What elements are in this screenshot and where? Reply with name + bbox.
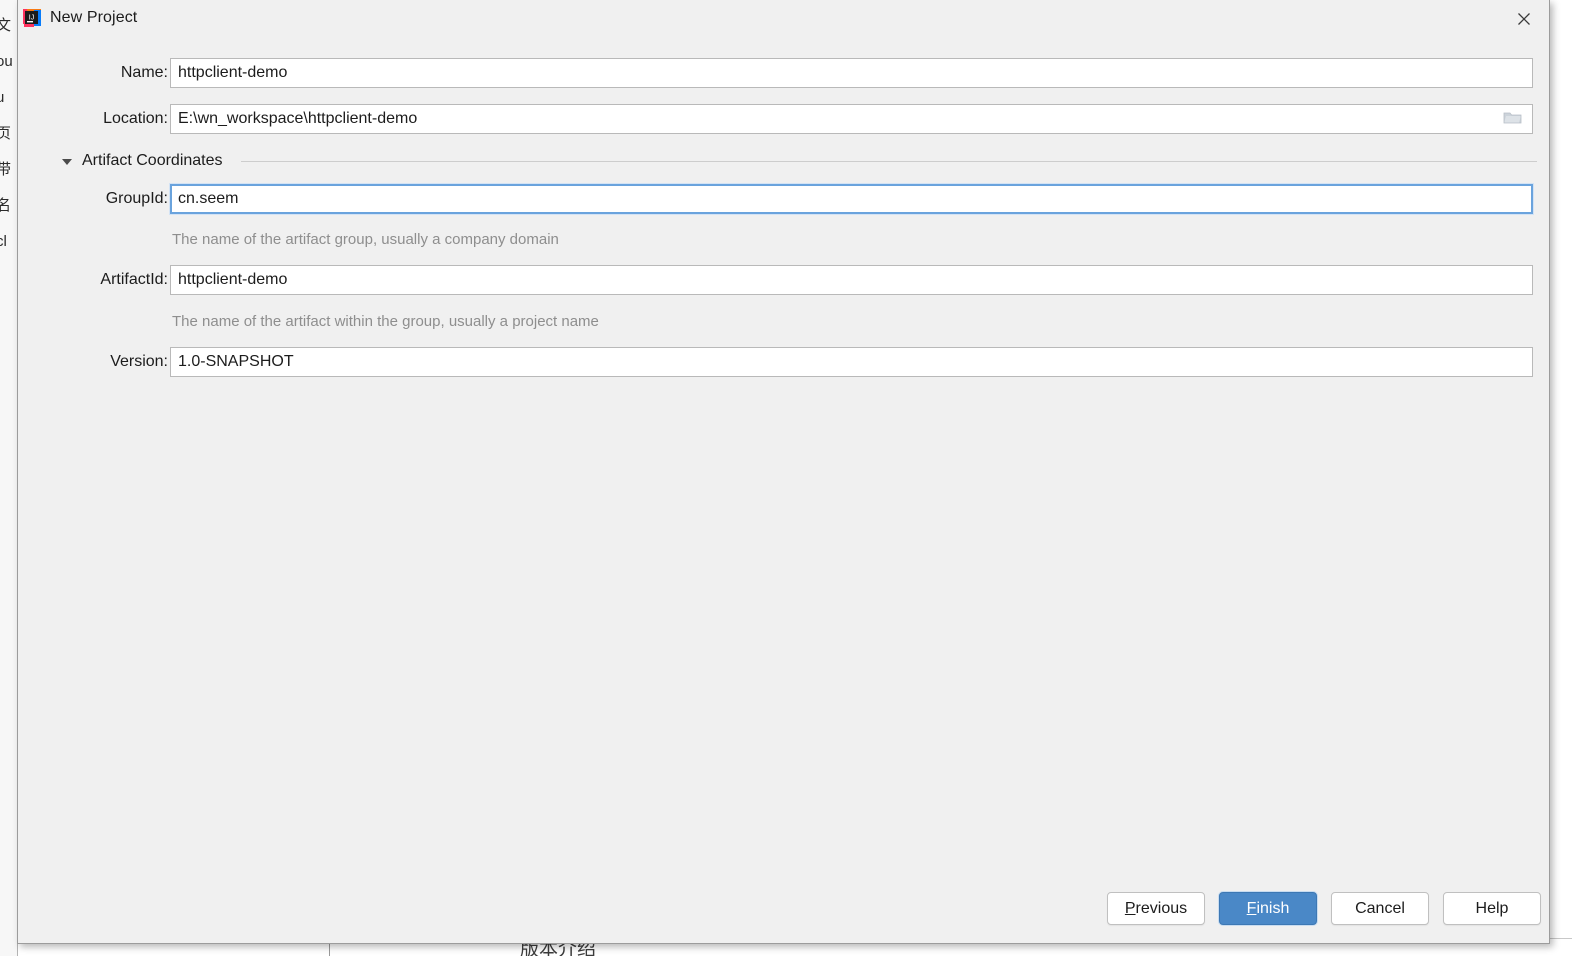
finish-mnemonic: F	[1246, 899, 1257, 917]
svg-text:IJ: IJ	[29, 15, 34, 22]
section-title: Artifact Coordinates	[82, 152, 223, 169]
name-input[interactable]: httpclient-demo	[170, 58, 1533, 88]
background-left-strip: 文 ou u 页 带 名 cl	[0, 0, 18, 956]
close-icon[interactable]	[1499, 0, 1549, 38]
location-input[interactable]: E:\wn_workspace\httpclient-demo	[170, 104, 1533, 134]
group-id-hint: The name of the artifact group, usually …	[172, 231, 559, 248]
artifact-coordinates-section-header[interactable]: Artifact Coordinates	[18, 150, 1549, 174]
artifact-id-label: ArtifactId:	[100, 271, 168, 288]
version-input[interactable]: 1.0-SNAPSHOT	[170, 347, 1533, 377]
group-id-input[interactable]: cn.seem	[169, 183, 1534, 215]
dialog-titlebar: IJ New Project	[18, 0, 1549, 40]
location-label: Location:	[103, 110, 168, 127]
finish-button[interactable]: Finish	[1219, 892, 1317, 925]
previous-mnemonic: P	[1124, 899, 1136, 917]
new-project-dialog: IJ New Project Name: httpclient-demo Loc…	[17, 0, 1550, 944]
help-button[interactable]: Help	[1443, 892, 1541, 925]
previous-button[interactable]: Previous	[1107, 892, 1205, 925]
intellij-idea-logo-icon: IJ	[22, 8, 42, 28]
dialog-button-bar: Previous Finish Cancel Help	[18, 871, 1549, 943]
previous-label-rest: revious	[1135, 899, 1188, 917]
chevron-down-icon[interactable]	[62, 159, 72, 165]
folder-icon[interactable]	[1503, 110, 1522, 126]
cancel-button[interactable]: Cancel	[1331, 892, 1429, 925]
name-label: Name:	[120, 64, 168, 81]
group-id-label: GroupId:	[105, 190, 168, 207]
version-label: Version:	[110, 353, 168, 370]
artifact-id-hint: The name of the artifact within the grou…	[172, 313, 599, 330]
dialog-title: New Project	[50, 9, 138, 26]
background-left-glyphs: 文 ou u 页 带 名 cl	[0, 17, 13, 250]
finish-label-rest: inish	[1256, 899, 1290, 917]
project-form: Name: httpclient-demo Location: E:\wn_wo…	[18, 40, 1549, 870]
artifact-id-input[interactable]: httpclient-demo	[170, 265, 1533, 295]
section-divider	[241, 161, 1537, 162]
